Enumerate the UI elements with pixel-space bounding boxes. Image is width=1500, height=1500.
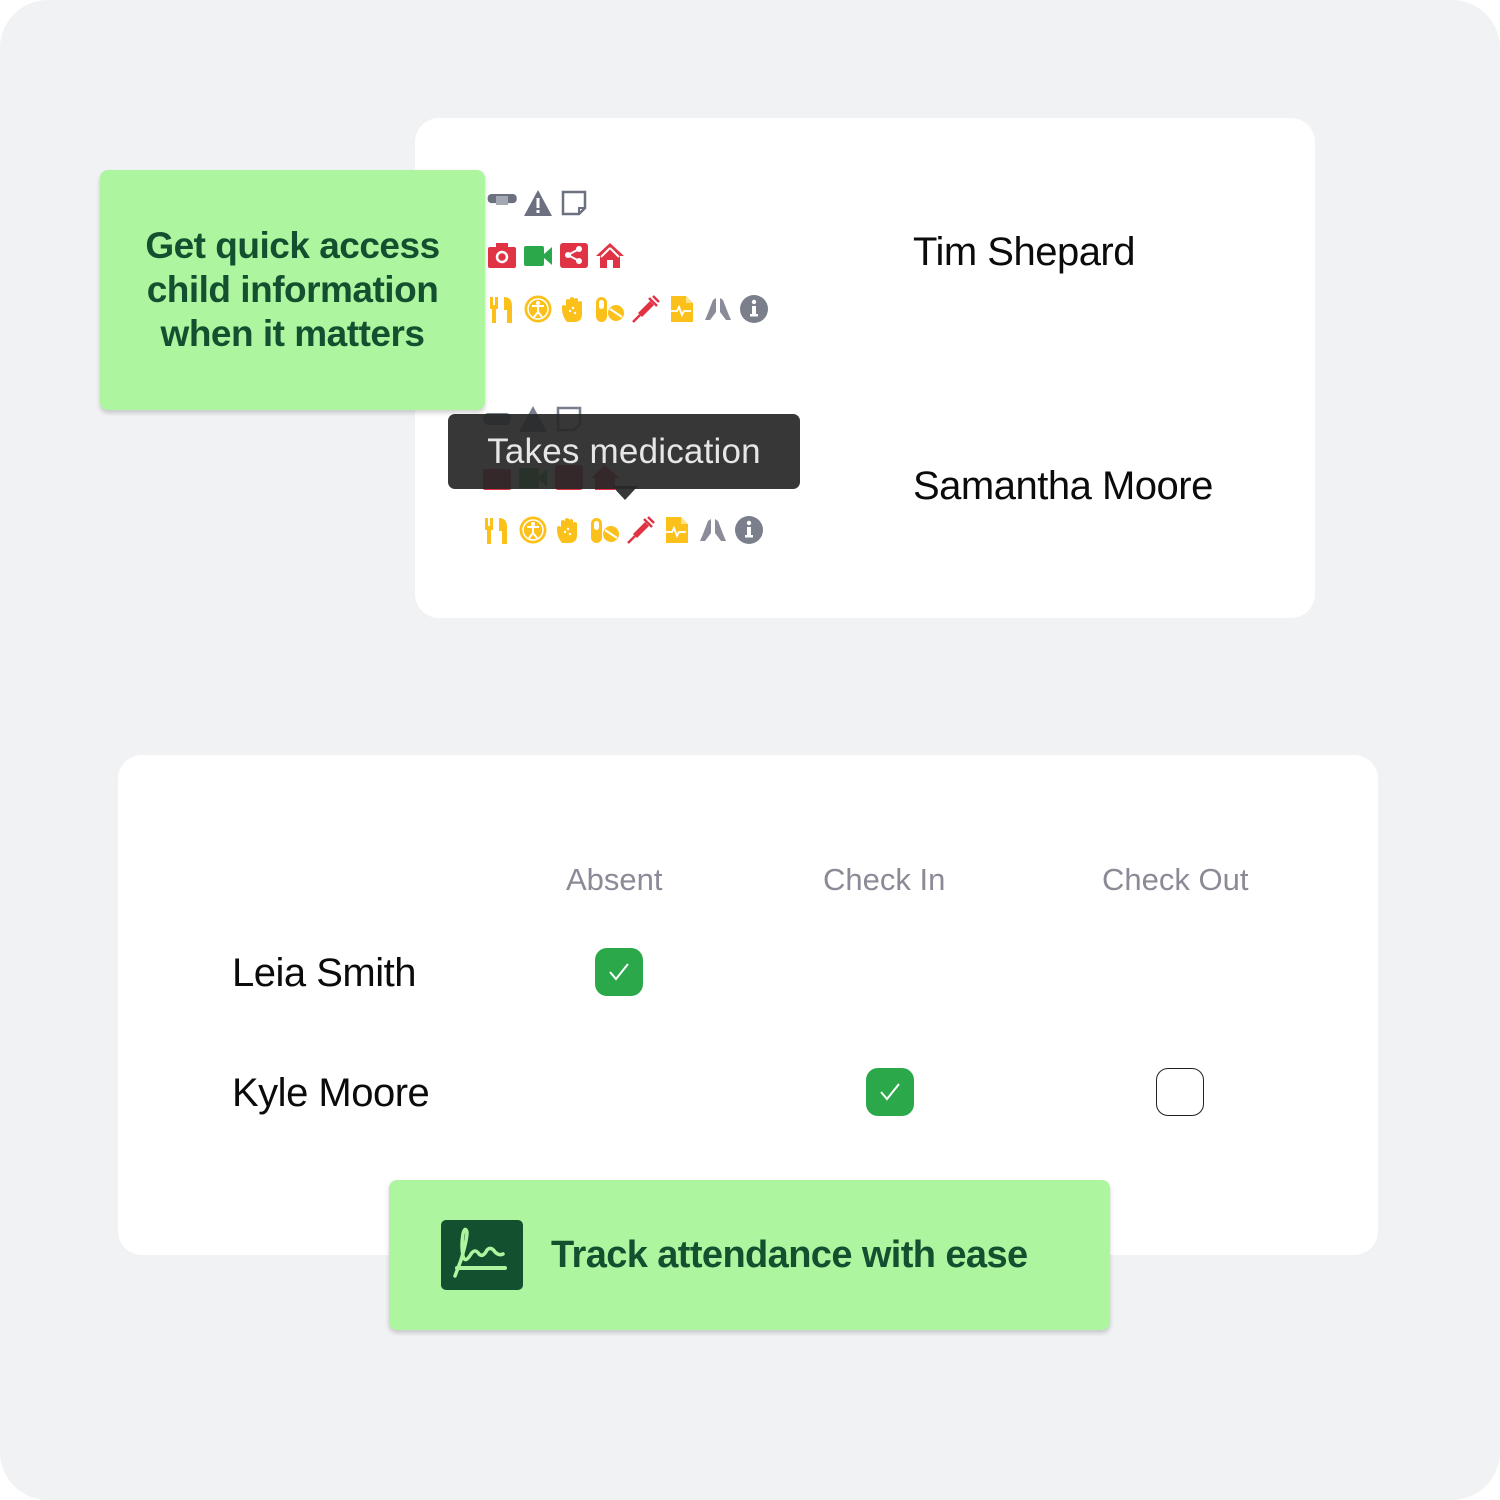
child-name[interactable]: Tim Shepard (913, 230, 1136, 275)
praying-hands-icon[interactable] (698, 515, 728, 545)
medication-icon[interactable] (590, 515, 620, 545)
info-callout-text: Get quick access child information when … (145, 225, 440, 354)
column-header-check-in: Check In (823, 862, 946, 897)
allergy-hand-icon[interactable] (559, 294, 589, 324)
tooltip-arrow (612, 486, 638, 500)
attendance-callout-text: Track attendance with ease (551, 1233, 1028, 1276)
check-icon (609, 963, 629, 981)
attendance-callout: Track attendance with ease (389, 1180, 1110, 1330)
child-name[interactable]: Samantha Moore (913, 464, 1213, 509)
video-icon[interactable] (523, 240, 553, 270)
food-icon[interactable] (482, 515, 512, 545)
camera-icon[interactable] (487, 240, 517, 270)
warning-icon[interactable] (523, 188, 553, 218)
attendance-row-name: Leia Smith (232, 951, 416, 995)
check-icon (880, 1083, 900, 1101)
note-icon[interactable] (559, 188, 589, 218)
child-flags-row-2 (487, 240, 625, 270)
info-icon[interactable] (734, 515, 764, 545)
allergy-hand-icon[interactable] (554, 515, 584, 545)
bandage-icon[interactable] (487, 188, 517, 218)
medical-document-icon[interactable] (667, 294, 697, 324)
absent-checkbox[interactable] (595, 948, 643, 996)
child-flags-row-3 (487, 294, 769, 324)
tooltip: Takes medication (448, 414, 800, 489)
check-out-checkbox[interactable] (1156, 1068, 1204, 1116)
food-icon[interactable] (487, 294, 517, 324)
medication-icon[interactable] (595, 294, 625, 324)
column-header-absent: Absent (566, 862, 663, 897)
home-icon[interactable] (595, 240, 625, 270)
disability-icon[interactable] (518, 515, 548, 545)
info-callout: Get quick access child information when … (100, 170, 485, 410)
check-in-checkbox[interactable] (866, 1068, 914, 1116)
share-icon[interactable] (559, 240, 589, 270)
syringe-icon[interactable] (631, 294, 661, 324)
attendance-row-name: Kyle Moore (232, 1071, 430, 1115)
signature-icon (441, 1220, 523, 1290)
syringe-icon[interactable] (626, 515, 656, 545)
child-flags-row-1 (487, 188, 589, 218)
medical-document-icon[interactable] (662, 515, 692, 545)
info-icon[interactable] (739, 294, 769, 324)
praying-hands-icon[interactable] (703, 294, 733, 324)
disability-icon[interactable] (523, 294, 553, 324)
child-flags-row-3 (482, 515, 764, 545)
column-header-check-out: Check Out (1102, 862, 1249, 897)
